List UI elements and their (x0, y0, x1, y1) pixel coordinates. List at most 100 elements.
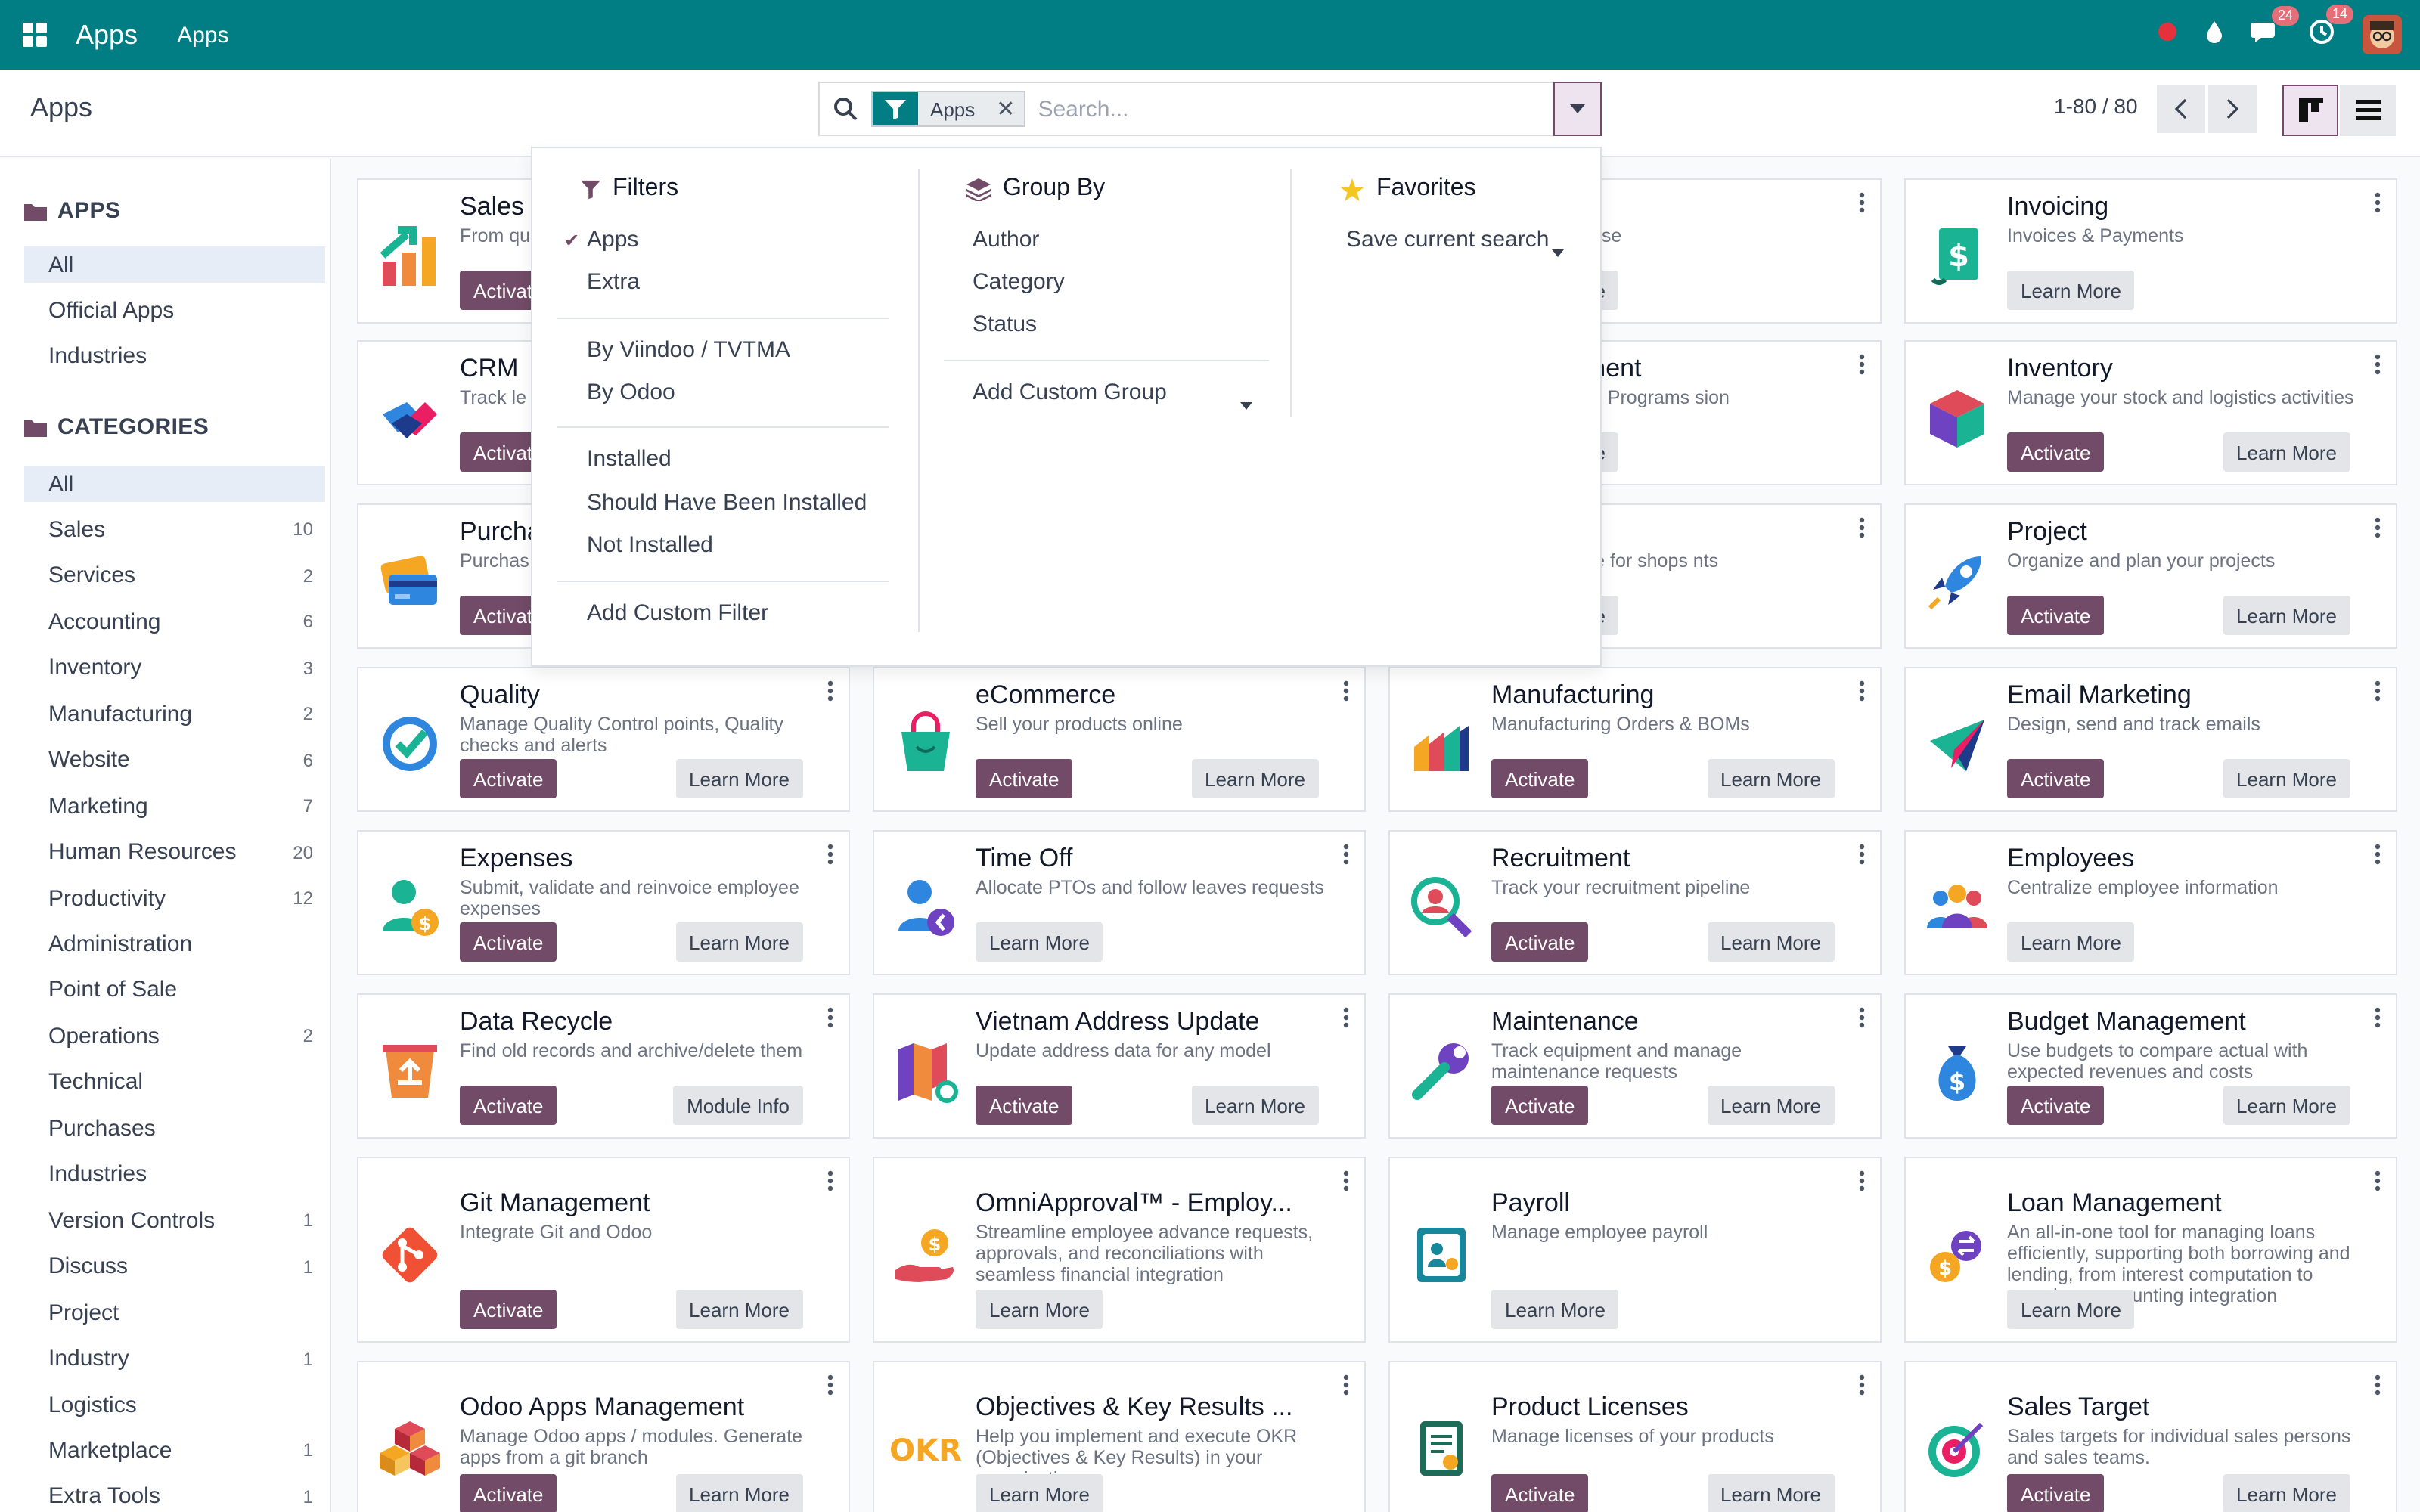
sidebar-category-item[interactable]: Logistics (24, 1387, 325, 1423)
card-menu-icon[interactable] (2375, 1007, 2381, 1028)
filter-apps[interactable]: Apps (587, 227, 638, 253)
sidebar-category-item[interactable]: Sales 10 (24, 512, 325, 548)
app-card[interactable]: $ Invoicing Invoices & Payments Learn More (1904, 178, 2397, 324)
learn-more-button[interactable]: Learn More (1491, 1290, 1619, 1329)
card-menu-icon[interactable] (2375, 844, 2381, 865)
sidebar-category-item[interactable]: Extra Tools 1 (24, 1479, 325, 1512)
learn-more-button[interactable]: Learn More (1707, 922, 1835, 962)
app-card[interactable]: Payroll Manage employee payroll Learn More (1388, 1157, 1882, 1343)
sidebar-apps-item[interactable]: Industries (24, 337, 325, 373)
learn-more-button[interactable]: Learn More (2223, 759, 2350, 798)
user-avatar[interactable] (2363, 15, 2402, 54)
drop-icon[interactable] (2205, 19, 2223, 51)
sidebar-category-item[interactable]: Marketing 7 (24, 788, 325, 824)
learn-more-button[interactable]: Learn More (2007, 922, 2135, 962)
card-menu-icon[interactable] (827, 680, 833, 702)
learn-more-button[interactable]: Learn More (2007, 1290, 2135, 1329)
app-card[interactable]: Recruitment Track your recruitment pipeli… (1388, 830, 1882, 975)
save-current-search[interactable]: Save current search (1346, 227, 1549, 253)
activate-button[interactable]: Activate (460, 759, 557, 798)
card-menu-icon[interactable] (1859, 680, 1865, 702)
sidebar-category-item[interactable]: Point of Sale (24, 972, 325, 1009)
learn-more-button[interactable]: Learn More (976, 1290, 1103, 1329)
app-card[interactable]: Time Off Allocate PTOs and follow leaves … (873, 830, 1366, 975)
sidebar-category-item[interactable]: Discuss 1 (24, 1248, 325, 1284)
learn-more-button[interactable]: Learn More (2223, 1086, 2350, 1125)
learn-more-button[interactable]: Learn More (675, 1474, 803, 1512)
learn-more-button[interactable]: Learn More (2223, 432, 2350, 472)
card-menu-icon[interactable] (827, 1374, 833, 1396)
add-custom-group-caret-icon[interactable] (1240, 390, 1252, 416)
add-custom-group[interactable]: Add Custom Group (973, 380, 1167, 405)
filter-by-viindoo[interactable]: By Viindoo / TVTMA (587, 337, 790, 363)
menu-apps[interactable]: Apps (177, 22, 228, 48)
activate-button[interactable]: Activate (2007, 1474, 2105, 1512)
card-menu-icon[interactable] (827, 844, 833, 865)
learn-more-button[interactable]: Learn More (675, 922, 803, 962)
module-info-button[interactable]: Module Info (673, 1086, 803, 1125)
filter-not-installed[interactable]: Not Installed (587, 532, 713, 558)
app-card[interactable]: Git Management Integrate Git and Odoo Acti… (357, 1157, 850, 1343)
card-menu-icon[interactable] (1343, 844, 1349, 865)
search-input[interactable] (1038, 96, 1600, 122)
app-card[interactable]: Email Marketing Design, send and track em… (1904, 667, 2397, 812)
activate-button[interactable]: Activate (2007, 432, 2105, 472)
activities-icon[interactable]: 14 (2308, 4, 2353, 52)
activate-button[interactable]: Activate (460, 922, 557, 962)
sidebar-category-item[interactable]: Productivity 12 (24, 880, 325, 916)
card-menu-icon[interactable] (2375, 1170, 2381, 1191)
card-menu-icon[interactable] (2375, 192, 2381, 213)
activate-button[interactable]: Activate (1491, 922, 1589, 962)
sidebar-category-item[interactable]: All (24, 466, 325, 502)
card-menu-icon[interactable] (2375, 1374, 2381, 1396)
sidebar-apps-item[interactable]: All (24, 246, 325, 283)
sidebar-category-item[interactable]: Industry 1 (24, 1340, 325, 1377)
app-menu-icon[interactable] (0, 0, 70, 70)
app-card[interactable]: Sales Target Sales targets for individual… (1904, 1361, 2397, 1512)
learn-more-button[interactable]: Learn More (1707, 1086, 1835, 1125)
activate-button[interactable]: Activate (460, 1290, 557, 1329)
card-menu-icon[interactable] (1859, 1170, 1865, 1191)
learn-more-button[interactable]: Learn More (2223, 596, 2350, 635)
app-card[interactable]: Project Organize and plan your projects Ac… (1904, 503, 2397, 649)
filter-installed[interactable]: Installed (587, 446, 672, 472)
card-menu-icon[interactable] (1859, 844, 1865, 865)
card-menu-icon[interactable] (1343, 680, 1349, 702)
sidebar-category-item[interactable]: Version Controls 1 (24, 1202, 325, 1238)
learn-more-button[interactable]: Learn More (675, 759, 803, 798)
sidebar-category-item[interactable]: Website 6 (24, 742, 325, 778)
app-card[interactable]: Employees Centralize employee information… (1904, 830, 2397, 975)
learn-more-button[interactable]: Learn More (1707, 1474, 1835, 1512)
activate-button[interactable]: Activate (1491, 759, 1589, 798)
card-menu-icon[interactable] (827, 1007, 833, 1028)
sidebar-category-item[interactable]: Administration (24, 926, 325, 962)
activate-button[interactable]: Activate (460, 1086, 557, 1125)
card-menu-icon[interactable] (1343, 1007, 1349, 1028)
pager-next-icon[interactable] (2208, 85, 2257, 133)
add-custom-filter[interactable]: Add Custom Filter (587, 600, 768, 626)
filter-should-have-been-installed[interactable]: Should Have Been Installed (587, 490, 867, 516)
activate-button[interactable]: Activate (2007, 759, 2105, 798)
sidebar-category-item[interactable]: Operations 2 (24, 1018, 325, 1055)
app-card[interactable]: eCommerce Sell your products online Activa… (873, 667, 1366, 812)
sidebar-category-item[interactable]: Marketplace 1 (24, 1433, 325, 1469)
sidebar-category-item[interactable]: Services 2 (24, 558, 325, 594)
activate-button[interactable]: Activate (1491, 1086, 1589, 1125)
learn-more-button[interactable]: Learn More (976, 922, 1103, 962)
card-menu-icon[interactable] (2375, 680, 2381, 702)
groupby-category[interactable]: Category (973, 269, 1065, 295)
app-card[interactable]: Manufacturing Manufacturing Orders & BOMs… (1388, 667, 1882, 812)
sidebar-apps-item[interactable]: Official Apps (24, 292, 325, 328)
filter-extra[interactable]: Extra (587, 269, 640, 295)
groupby-status[interactable]: Status (973, 311, 1037, 337)
activate-button[interactable]: Activate (1491, 1474, 1589, 1512)
card-menu-icon[interactable] (1859, 517, 1865, 538)
messages-icon[interactable]: 24 (2251, 5, 2299, 51)
card-menu-icon[interactable] (2375, 517, 2381, 538)
activate-button[interactable]: Activate (976, 1086, 1073, 1125)
pager-value[interactable]: 1-80 / 80 (2054, 94, 2138, 118)
activate-button[interactable]: Activate (2007, 1086, 2105, 1125)
sidebar-category-item[interactable]: Industries (24, 1157, 325, 1193)
sidebar-category-item[interactable]: Inventory 3 (24, 650, 325, 686)
facet-remove-icon[interactable]: ✕ (987, 92, 1025, 125)
